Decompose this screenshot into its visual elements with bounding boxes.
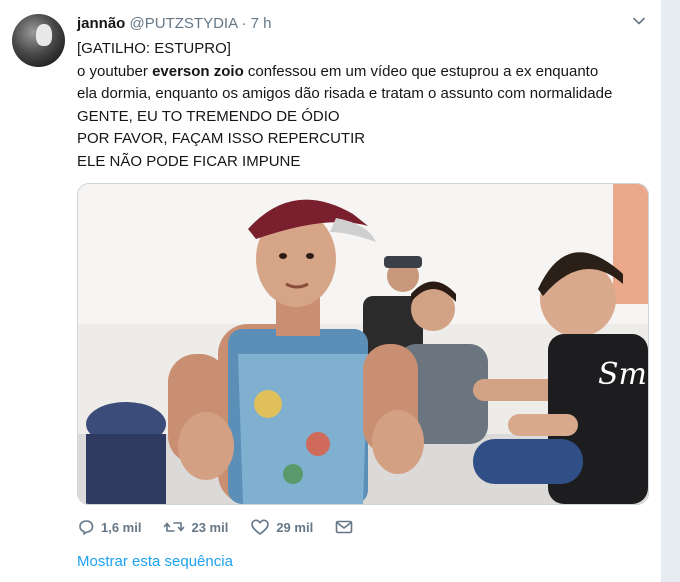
user-handle[interactable]: @PUTZSTYDIA	[130, 15, 238, 32]
reply-count: 1,6 mil	[101, 519, 142, 535]
svg-text:Sm: Sm	[598, 357, 647, 392]
tweet-header: jannão @PUTZSTYDIA · 7 h	[77, 14, 271, 34]
tweet-text: [GATILHO: ESTUPRO] o youtuber everson zo…	[77, 38, 647, 173]
tweet-text-bold: everson zoio	[152, 62, 244, 80]
tweet-text-line: o youtuber everson zoio confessou em um …	[77, 61, 647, 84]
tweet-actions: 1,6 mil 23 mil 29 mil	[77, 516, 381, 538]
like-count: 29 mil	[276, 519, 314, 535]
tweet-video-thumbnail[interactable]: Sm	[77, 183, 649, 505]
tweet-text-line: ELE NÃO PODE FICAR IMPUNE	[77, 152, 301, 170]
right-rail	[661, 0, 680, 582]
video-frame-image: Sm	[78, 184, 648, 504]
reply-button[interactable]: 1,6 mil	[77, 518, 141, 536]
tweet-text-segment: o youtuber	[77, 62, 153, 80]
chevron-down-icon[interactable]	[632, 14, 646, 28]
direct-message-button[interactable]	[335, 519, 359, 535]
tweet-text-line: [GATILHO: ESTUPRO]	[77, 40, 231, 57]
like-button[interactable]: 29 mil	[250, 518, 313, 536]
user-fullname[interactable]: jannão	[77, 15, 125, 32]
retweet-button[interactable]: 23 mil	[163, 518, 228, 536]
retweet-icon	[164, 522, 185, 532]
reply-icon	[79, 520, 94, 535]
separator-dot: ·	[241, 15, 247, 32]
tweet-text-segment: confessou em um vídeo que estuprou a ex …	[243, 62, 599, 80]
retweet-count: 23 mil	[191, 519, 229, 535]
tweet-text-line: ela dormia, enquanto os amigos dão risad…	[77, 85, 613, 102]
heart-icon	[251, 519, 270, 535]
tweet-timestamp[interactable]: 7 h	[251, 15, 272, 32]
tweet-text-line: POR FAVOR, FAÇAM ISSO REPERCUTIR	[77, 130, 366, 147]
show-thread-link[interactable]: Mostrar esta sequência	[77, 553, 233, 570]
envelope-icon	[335, 520, 353, 534]
avatar[interactable]	[12, 14, 65, 67]
tweet-text-line: GENTE, EU TO TREMENDO DE ÓDIO	[77, 107, 340, 125]
tweet[interactable]: jannão @PUTZSTYDIA · 7 h [GATILHO: ESTUP…	[0, 0, 661, 582]
